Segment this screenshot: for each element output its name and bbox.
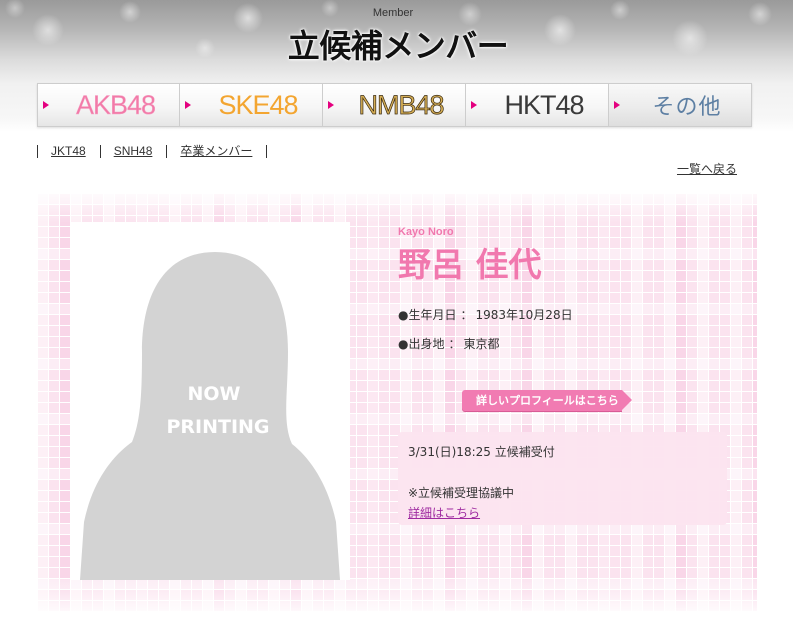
sub-nav: JKT48 SNH48 卒業メンバー bbox=[37, 145, 268, 159]
member-name: 野呂 佳代 bbox=[398, 245, 542, 284]
tab-others[interactable]: その他 bbox=[609, 83, 752, 127]
arrow-right-icon bbox=[328, 101, 334, 109]
tab-label: SKE48 bbox=[218, 89, 298, 120]
arrow-right-icon bbox=[185, 101, 191, 109]
birthplace-row: ●出身地：東京都 bbox=[398, 336, 500, 352]
member-panel: NOW PRINTING Kayo Noro 野呂 佳代 ●生年月日： 1983年… bbox=[37, 193, 757, 612]
placeholder-text-line-2: PRINTING bbox=[166, 416, 269, 438]
page-title: 立候補メンバー bbox=[287, 27, 509, 65]
birthplace-label: ●出身地 bbox=[398, 337, 445, 351]
page: Member 立候補メンバー AKB48 SKE48 NMB48 HKT48 そ… bbox=[0, 0, 793, 620]
tab-nmb48[interactable]: NMB48 bbox=[323, 83, 466, 127]
sub-nav-snh48[interactable]: SNH48 bbox=[99, 145, 167, 158]
tab-label: その他 bbox=[652, 95, 722, 120]
tab-ske48[interactable]: SKE48 bbox=[180, 83, 323, 127]
arrow-right-icon bbox=[43, 101, 49, 109]
candidacy-status-box: 3/31(日)18:25 立候補受付 ※立候補受理協議中 詳細はこちら bbox=[398, 432, 727, 525]
birthday-value: 1983年10月28日 bbox=[475, 308, 573, 322]
back-to-list-link[interactable]: 一覧へ戻る bbox=[677, 162, 737, 176]
detailed-profile-button[interactable]: 詳しいプロフィールはこちら bbox=[462, 390, 632, 411]
tab-label: AKB48 bbox=[75, 89, 156, 120]
member-photo: NOW PRINTING bbox=[70, 222, 350, 580]
member-name-romaji: Kayo Noro bbox=[398, 226, 454, 238]
group-tab-bar: AKB48 SKE48 NMB48 HKT48 その他 bbox=[37, 83, 752, 127]
birthday-label: ●生年月日 bbox=[398, 308, 457, 322]
registration-time: 3/31(日)18:25 立候補受付 bbox=[408, 445, 555, 459]
placeholder-text-line-1: NOW bbox=[187, 383, 240, 405]
details-link[interactable]: 詳細はこちら bbox=[408, 503, 480, 523]
birthday-row: ●生年月日： 1983年10月28日 bbox=[398, 307, 573, 323]
arrow-right-icon bbox=[471, 101, 477, 109]
tab-label: NMB48 bbox=[358, 89, 445, 120]
tab-hkt48[interactable]: HKT48 bbox=[466, 83, 609, 127]
separator: ： bbox=[448, 337, 461, 351]
sub-nav-jkt48[interactable]: JKT48 bbox=[37, 145, 100, 158]
tab-label: HKT48 bbox=[504, 89, 584, 120]
status-note: ※立候補受理協議中 bbox=[408, 486, 515, 500]
arrow-right-icon bbox=[614, 101, 620, 109]
sub-nav-graduates[interactable]: 卒業メンバー bbox=[166, 145, 268, 158]
tab-akb48[interactable]: AKB48 bbox=[37, 83, 180, 127]
birthplace-value: 東京都 bbox=[463, 337, 500, 351]
header-subtitle: Member bbox=[372, 7, 414, 19]
photo-placeholder-graphic: NOW PRINTING bbox=[80, 252, 340, 580]
separator: ： bbox=[460, 308, 473, 322]
